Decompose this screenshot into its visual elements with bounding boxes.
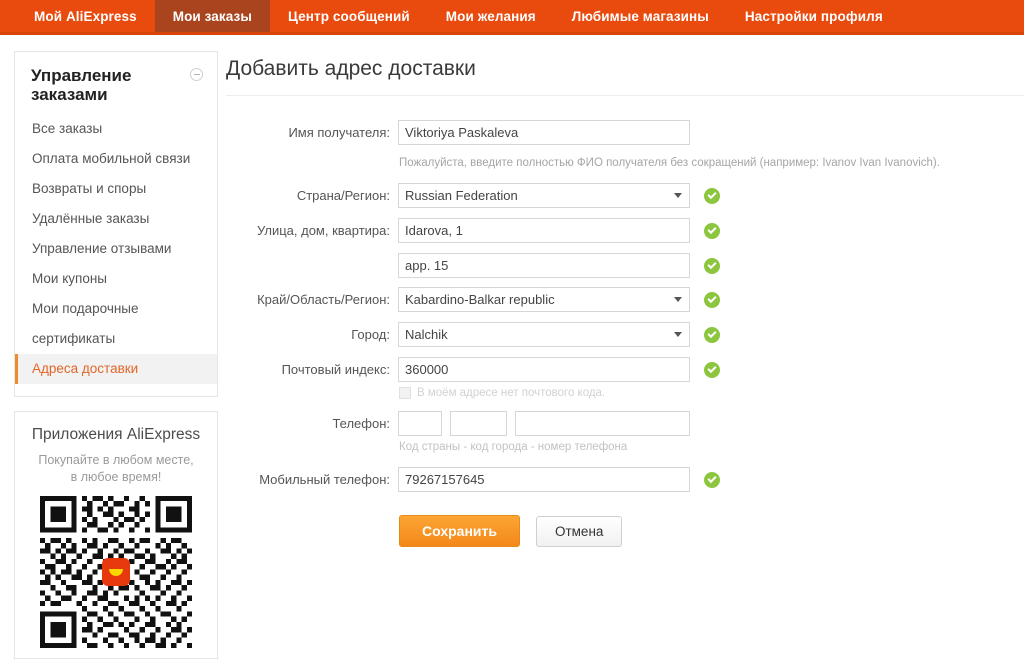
topnav-item-favorite-stores[interactable]: Любимые магазины <box>554 0 727 32</box>
region-row: Край/Область/Регион: <box>226 287 1024 313</box>
check-circle-icon <box>704 187 720 204</box>
form-actions: Сохранить Отмена <box>399 515 1024 547</box>
recipient-hint: Пожалуйста, введите полностью ФИО получа… <box>399 157 940 169</box>
city-label: Город: <box>351 327 390 342</box>
check-circle-icon <box>704 222 720 239</box>
sidebar-item-my-coupons[interactable]: Мои купоны <box>15 264 217 294</box>
address-form: Имя получателя: Пожалуйста, введите полн… <box>226 95 1024 595</box>
street2-control <box>398 253 720 278</box>
no-zip-checkbox[interactable] <box>399 387 411 399</box>
no-zip-row[interactable]: В моём адресе нет почтового кода. <box>399 387 1024 399</box>
street-control <box>398 218 720 243</box>
country-label: Страна/Регион: <box>296 188 390 203</box>
topnav-item-my-aliexpress[interactable]: Мой AliExpress <box>16 0 155 32</box>
sidebar-item-manage-reviews[interactable]: Управление отзывами <box>15 234 217 264</box>
country-select[interactable] <box>398 183 690 208</box>
phone-country-code-input[interactable] <box>398 411 442 436</box>
recipient-input[interactable] <box>398 120 690 145</box>
check-circle-icon <box>704 471 720 488</box>
cancel-button[interactable]: Отмена <box>535 515 623 547</box>
phone-area-code-input[interactable] <box>450 411 507 436</box>
street-label: Улица, дом, квартира: <box>256 223 390 238</box>
phone-hint: Код страны - код города - номер телефона <box>399 441 628 453</box>
mobile-control <box>398 467 720 492</box>
recipient-control <box>398 120 690 145</box>
street-row: Улица, дом, квартира: <box>226 218 1024 244</box>
mobile-row: Мобильный телефон: <box>226 467 1024 493</box>
city-select[interactable] <box>398 322 690 347</box>
country-select-wrap[interactable] <box>398 183 690 208</box>
promo-subtitle: Покупайте в любом месте, в любое время! <box>38 453 194 485</box>
mobile-label: Мобильный телефон: <box>259 472 390 487</box>
topnav-item-my-wishlist[interactable]: Мои желания <box>428 0 554 32</box>
sidebar-title: Управление заказами <box>31 66 132 105</box>
street2-row <box>226 253 1024 278</box>
region-select-wrap[interactable] <box>398 287 690 312</box>
save-button[interactable]: Сохранить <box>399 515 520 547</box>
topnav-item-message-center[interactable]: Центр сообщений <box>270 0 428 32</box>
sidebar-item-shipping-addresses[interactable]: Адреса доставки <box>15 354 217 385</box>
country-control <box>398 183 720 208</box>
sidebar-item-deleted-orders[interactable]: Удалённые заказы <box>15 204 217 234</box>
sidebar-item-all-orders[interactable]: Все заказы <box>15 114 217 144</box>
region-control <box>398 287 720 312</box>
phone-number-input[interactable] <box>515 411 690 436</box>
circle-minus-icon[interactable] <box>190 68 203 81</box>
check-circle-icon <box>704 291 720 308</box>
recipient-label: Имя получателя: <box>288 125 390 140</box>
city-select-wrap[interactable] <box>398 322 690 347</box>
check-circle-icon <box>704 257 720 274</box>
city-row: Город: <box>226 322 1024 348</box>
mobile-input[interactable] <box>398 467 690 492</box>
aliexpress-logo-icon <box>102 558 130 587</box>
sidebar-header: Управление заказами <box>15 52 217 114</box>
sidebar-item-my-gift[interactable]: Мои подарочные <box>15 294 217 324</box>
phone-input-group <box>398 411 690 436</box>
promo-title: Приложения AliExpress <box>31 426 201 444</box>
check-circle-icon <box>704 361 720 378</box>
main-content: Добавить адрес доставки Имя получателя: … <box>220 35 1024 595</box>
sidebar-item-mobile-payment[interactable]: Оплата мобильной связи <box>15 144 217 174</box>
page-title: Добавить адрес доставки <box>226 57 476 80</box>
sidebar-item-certificates[interactable]: сертификаты <box>15 324 217 354</box>
zip-input[interactable] <box>398 357 690 382</box>
street-input[interactable] <box>398 218 690 243</box>
zip-label: Почтовый индекс: <box>281 362 390 377</box>
region-select[interactable] <box>398 287 690 312</box>
sidebar: Управление заказами Все заказы Оплата мо… <box>0 35 220 659</box>
sidebar-item-returns-disputes[interactable]: Возвраты и споры <box>15 174 217 204</box>
check-circle-icon <box>704 326 720 343</box>
top-navigation: Мой AliExpress Мои заказы Центр сообщени… <box>0 0 1024 32</box>
qr-code[interactable] <box>40 496 192 649</box>
zip-row: Почтовый индекс: <box>226 357 1024 383</box>
topnav-item-my-orders[interactable]: Мои заказы <box>154 0 270 32</box>
order-management-card: Управление заказами Все заказы Оплата мо… <box>14 51 218 398</box>
no-zip-label: В моём адресе нет почтового кода. <box>417 387 606 399</box>
sidebar-menu: Все заказы Оплата мобильной связи Возвра… <box>15 114 217 396</box>
phone-row: Телефон: <box>226 411 1024 437</box>
country-row: Страна/Регион: <box>226 183 1024 209</box>
zip-control <box>398 357 720 382</box>
topnav-item-profile-settings[interactable]: Настройки профиля <box>727 0 901 32</box>
region-label: Край/Область/Регион: <box>257 292 390 307</box>
recipient-row: Имя получателя: <box>226 120 1024 146</box>
page-body: Управление заказами Все заказы Оплата мо… <box>0 35 1024 659</box>
city-control <box>398 322 720 347</box>
street2-input[interactable] <box>398 253 690 278</box>
phone-control <box>398 411 690 436</box>
app-promo-card: Приложения AliExpress Покупайте в любом … <box>14 411 218 659</box>
phone-label: Телефон: <box>332 416 390 431</box>
